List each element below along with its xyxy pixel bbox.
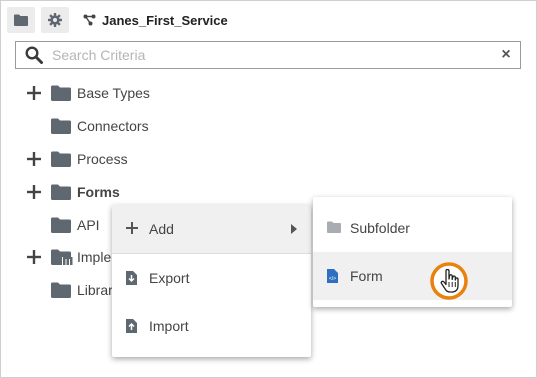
import-icon <box>126 319 137 333</box>
search-bar: × <box>15 41 521 69</box>
submenu-item-form[interactable]: </> Form <box>313 252 512 300</box>
folder-icon <box>51 217 71 233</box>
export-icon <box>126 271 137 285</box>
tree-item-label: Forms <box>77 184 120 200</box>
service-name: Janes_First_Service <box>102 12 228 28</box>
menu-item-export[interactable]: Export <box>112 254 311 302</box>
submenu-arrow-icon <box>291 224 297 234</box>
folder-icon <box>51 282 71 298</box>
hand-cursor-icon <box>430 262 468 300</box>
settings-button[interactable] <box>41 7 69 33</box>
folder-icon <box>51 249 73 265</box>
folder-icon <box>51 85 71 101</box>
folder-icon <box>51 184 71 200</box>
service-title: Janes_First_Service <box>83 10 228 30</box>
folder-icon <box>51 118 71 134</box>
folder-view-button[interactable] <box>7 7 35 33</box>
tree-item-label: API <box>77 217 100 233</box>
submenu-item-label: Form <box>350 268 383 284</box>
tree-item-label: Process <box>77 151 128 167</box>
menu-item-label: Import <box>149 318 189 334</box>
submenu-item-subfolder[interactable]: Subfolder <box>313 204 512 252</box>
add-submenu: Subfolder </> Form <box>313 197 512 307</box>
search-icon[interactable] <box>16 46 52 64</box>
service-icon <box>83 14 96 26</box>
folder-icon <box>327 221 341 233</box>
tree-item-label: Imple <box>77 249 112 265</box>
expand-plus-icon[interactable] <box>27 250 41 264</box>
tree-item-label: Librar <box>77 282 113 298</box>
clear-search-icon[interactable]: × <box>492 46 520 64</box>
menu-item-add[interactable]: Add <box>112 205 311 253</box>
expand-plus-icon[interactable] <box>27 152 41 166</box>
gear-icon <box>48 13 62 27</box>
search-input[interactable] <box>52 43 492 67</box>
tree-item-label: Base Types <box>77 85 150 101</box>
menu-item-label: Export <box>149 270 190 286</box>
context-menu: Add Export Import <box>112 205 311 357</box>
submenu-item-label: Subfolder <box>350 220 410 236</box>
menu-item-import[interactable]: Import <box>112 302 311 350</box>
service-explorer-panel: Janes_First_Service × Base Types Connect… <box>0 0 537 378</box>
folder-icon <box>51 151 71 167</box>
plus-icon <box>126 222 138 234</box>
expand-plus-icon[interactable] <box>27 86 41 100</box>
folder-icon <box>14 14 28 26</box>
menu-item-label: Add <box>149 221 174 237</box>
expand-plus-icon[interactable] <box>27 185 41 199</box>
form-file-icon: </> <box>327 269 338 283</box>
svg-text:</>: </> <box>329 276 336 282</box>
tree-item-label: Connectors <box>77 118 149 134</box>
